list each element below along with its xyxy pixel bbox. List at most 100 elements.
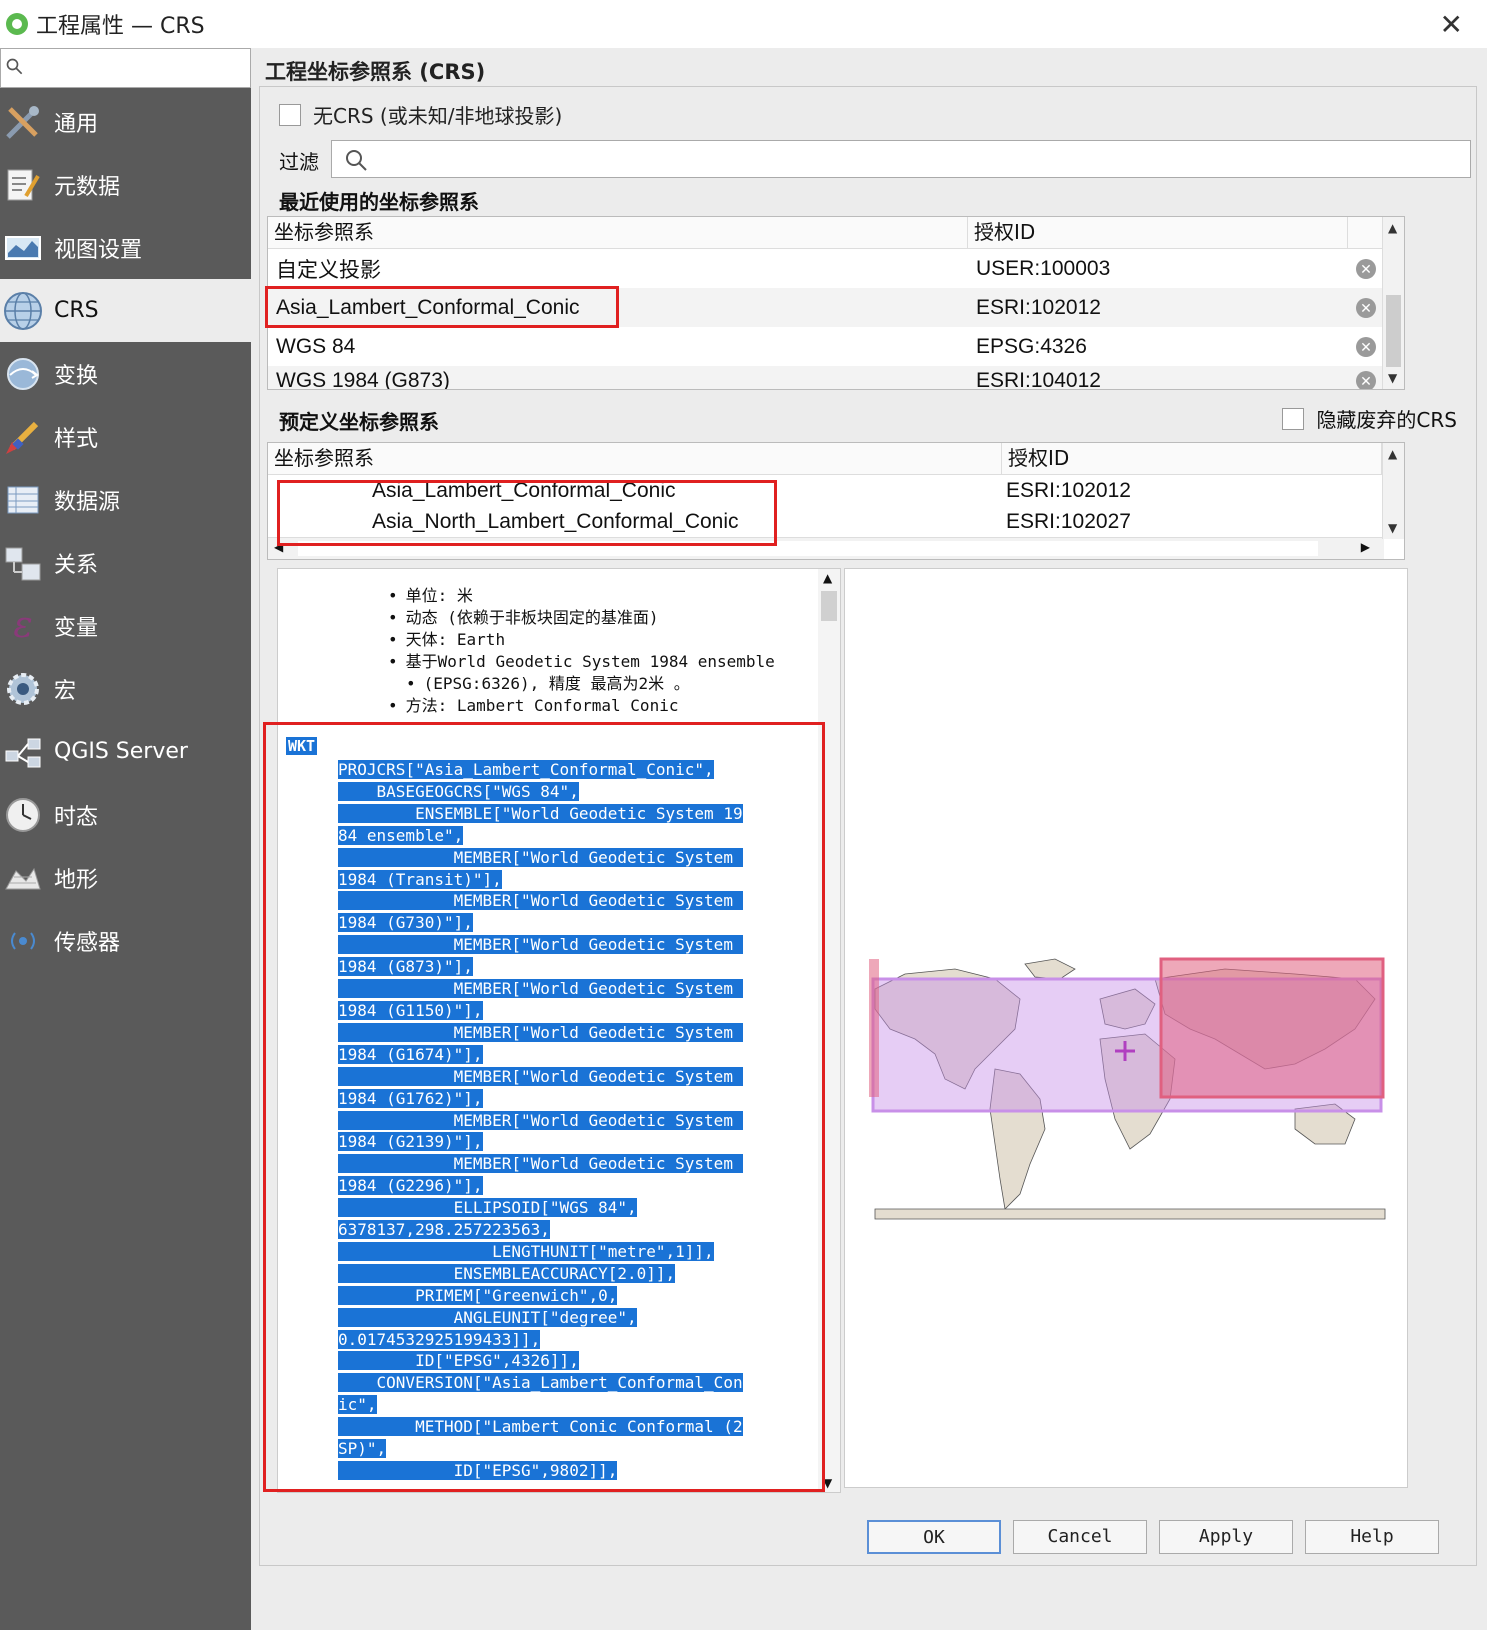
wkt-line: 1984 (G2139)"], [338,1131,804,1153]
hide-deprecated-checkbox[interactable] [1282,407,1305,430]
scroll-thumb[interactable] [821,591,837,621]
scroll-thumb[interactable] [298,541,1318,556]
no-crs-checkbox[interactable] [279,103,301,126]
clock-icon [2,794,44,836]
wkt-line-text: PROJCRS["Asia_Lambert_Conformal_Conic", [338,760,714,779]
wkt-line-text: 84 ensemble", [338,825,464,845]
sidebar-item-metadata[interactable]: 元数据 [0,153,251,216]
tools-icon [2,101,44,143]
remove-icon[interactable]: ✕ [1356,258,1376,279]
sidebar-item-styles[interactable]: 样式 [0,405,251,468]
scroll-up-icon[interactable]: ▲ [1388,447,1397,461]
wkt-line: METHOD["Lambert Conic Conformal (2 [338,1416,804,1438]
sidebar-item-label: 传感器 [54,930,121,956]
recent-row[interactable]: WGS 84 EPSG:4326 ✕ [268,327,1404,366]
ok-button[interactable]: OK [867,1520,1001,1554]
help-button[interactable]: Help [1305,1520,1439,1554]
globe-transform-icon [2,353,44,395]
column-header-crs[interactable]: 坐标参照系 [268,443,1002,474]
predef-row[interactable]: Asia_Lambert_Conformal_Conic ESRI:102012 [268,475,1404,506]
recent-crs-table: 坐标参照系 授权ID 自定义投影 USER:100003 ✕ Asia_Lamb… [267,216,1405,390]
globe-icon [2,290,44,332]
wkt-line-text: MEMBER["World Geodetic System [338,935,743,955]
sidebar-item-temporal[interactable]: 时态 [0,783,251,846]
info-bullet: 方法: Lambert Conformal Conic [388,695,775,717]
info-scrollbar[interactable]: ▲ ▼ [818,569,840,1492]
wkt-line-text: PRIMEM["Greenwich",0, [338,1285,618,1305]
sidebar-item-label: 变换 [54,363,99,389]
wkt-line: 84 ensemble", [338,825,804,847]
wkt-label: WKT [286,737,318,755]
scroll-right-icon[interactable]: ▶ [1361,540,1370,554]
predef-vscrollbar[interactable]: ▲ ▼ [1382,443,1404,539]
scroll-down-icon[interactable]: ▼ [1388,521,1397,535]
remove-icon[interactable]: ✕ [1356,297,1376,318]
wkt-line: 1984 (G873)"], [338,956,804,978]
wkt-line: ic", [338,1394,804,1416]
sidebar-item-variables[interactable]: ε 变量 [0,594,251,657]
wkt-line-text: MEMBER["World Geodetic System [338,979,743,999]
sidebar-item-macros[interactable]: 宏 [0,657,251,720]
recent-row-name: WGS 84 [276,334,356,358]
scroll-left-icon[interactable]: ◀ [274,540,283,554]
predef-row[interactable]: Asia_North_Lambert_Conformal_Conic ESRI:… [268,506,1404,537]
info-bullet: 动态 (依赖于非板块固定的基准面) [388,607,775,629]
network-icon [2,731,44,773]
wkt-line-text: ENSEMBLEACCURACY[2.0]], [338,1263,676,1283]
map-view-icon [2,227,44,269]
wkt-line: MEMBER["World Geodetic System [338,1153,804,1175]
predef-hscrollbar[interactable]: ◀ ▶ [268,537,1384,559]
recent-row[interactable]: Asia_Lambert_Conformal_Conic ESRI:102012… [268,288,1404,327]
sidebar-item-transform[interactable]: 变换 [0,342,251,405]
wkt-line: ID["EPSG",9802]], [338,1460,804,1482]
wkt-line-text: 1984 (G873)"], [338,957,473,977]
sidebar-item-label: 样式 [54,426,99,452]
sidebar-item-sensors[interactable]: 传感器 [0,909,251,972]
remove-icon[interactable]: ✕ [1356,371,1376,389]
sidebar-search-input[interactable] [0,48,251,88]
wkt-line: PRIMEM["Greenwich",0, [338,1285,804,1307]
apply-button[interactable]: Apply [1159,1520,1293,1554]
recent-row[interactable]: WGS 1984 (G873) ESRI:104012 ✕ [268,366,1404,389]
sidebar-item-relations[interactable]: 关系 [0,531,251,594]
scroll-down-icon[interactable]: ▼ [1388,371,1397,385]
sidebar-item-view-settings[interactable]: 视图设置 [0,216,251,279]
info-bullet-continued: (EPSG:6326), 精度 最高为2米 。 [388,673,775,695]
close-icon[interactable]: ✕ [1440,8,1463,41]
wkt-line-text: 1984 (Transit)"], [338,869,502,889]
sidebar-item-data-sources[interactable]: 数据源 [0,468,251,531]
column-header-crs[interactable]: 坐标参照系 [268,217,968,248]
scroll-up-icon[interactable]: ▲ [823,571,832,585]
wkt-text[interactable]: PROJCRS["Asia_Lambert_Conformal_Conic", … [338,759,804,1482]
cancel-button[interactable]: Cancel [1013,1520,1147,1554]
sidebar-item-general[interactable]: 通用 [0,90,251,153]
predef-row-name: Asia_North_Lambert_Conformal_Conic [372,509,739,533]
selected-extent-rect [1159,957,1385,1099]
hide-deprecated-label: 隐藏废弃的CRS [1316,408,1457,432]
scroll-up-icon[interactable]: ▲ [1388,221,1397,235]
sidebar-item-crs[interactable]: CRS [0,279,251,342]
filter-input[interactable] [331,140,1471,178]
info-bullet: 单位: 米 [388,585,775,607]
recent-row[interactable]: 自定义投影 USER:100003 ✕ [268,249,1404,288]
sidebar-item-label: QGIS Server [54,739,188,764]
sidebar-item-label: 通用 [54,111,99,137]
wkt-line: SP)", [338,1438,804,1460]
sidebar-item-label: 宏 [54,678,77,704]
recent-table-scrollbar[interactable]: ▲ ▼ [1382,217,1404,389]
wkt-line: 1984 (G2296)"], [338,1175,804,1197]
no-crs-option[interactable]: 无CRS (或未知/非地球投影) [279,100,562,129]
hide-deprecated-option[interactable]: 隐藏废弃的CRS [1282,404,1457,433]
predef-row-id: ESRI:102012 [1006,478,1131,502]
column-header-auth-id[interactable]: 授权ID [1002,443,1382,474]
wkt-line-text: BASEGEOGCRS["WGS 84", [338,781,579,801]
remove-icon[interactable]: ✕ [1356,336,1376,357]
info-bullet: 天体: Earth [388,629,775,651]
sidebar-item-terrain[interactable]: 地形 [0,846,251,909]
info-bullet: 基于World Geodetic System 1984 ensemble [388,651,775,673]
scroll-thumb[interactable] [1386,295,1401,367]
sidebar-item-qgis-server[interactable]: QGIS Server [0,720,251,783]
scroll-down-icon[interactable]: ▼ [823,1476,832,1490]
column-header-auth-id[interactable]: 授权ID [968,217,1348,248]
wkt-line: LENGTHUNIT["metre",1]], [338,1241,804,1263]
